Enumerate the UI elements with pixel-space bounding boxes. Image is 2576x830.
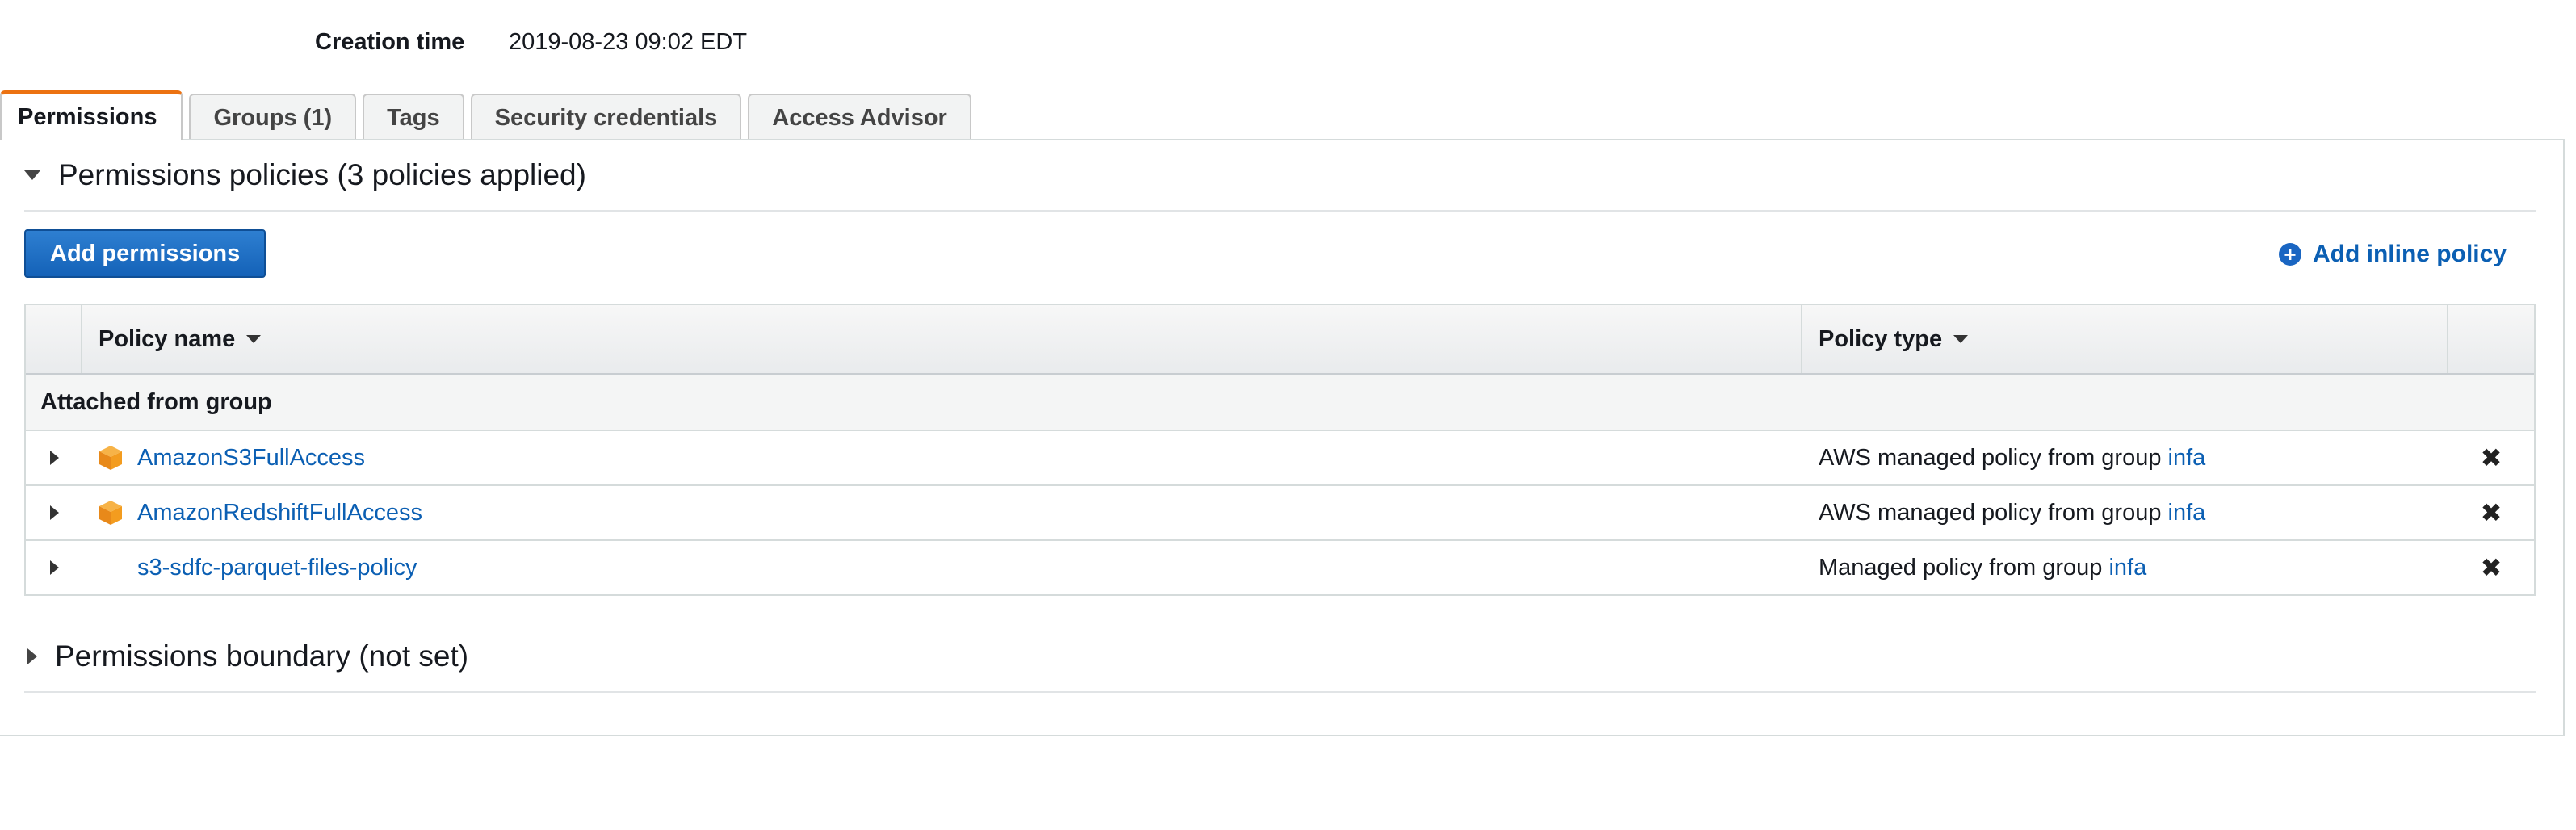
add-inline-policy-link[interactable]: + Add inline policy	[2278, 236, 2507, 273]
group-link[interactable]: infa	[2168, 445, 2206, 471]
policy-type-cell: Managed policy from group infa	[1802, 555, 2448, 581]
policy-name-header-label: Policy name	[99, 325, 236, 352]
policy-type-cell: AWS managed policy from group infa	[1802, 500, 2448, 526]
policy-type-text: AWS managed policy from group	[1819, 444, 2162, 471]
group-link[interactable]: infa	[2108, 555, 2146, 581]
add-permissions-button[interactable]: Add permissions	[24, 229, 266, 278]
tab-access-advisor[interactable]: Access Advisor	[748, 94, 971, 140]
expand-caret-icon	[27, 648, 37, 664]
policy-name-column-header[interactable]: Policy name	[82, 305, 1802, 373]
sort-caret-icon	[1953, 335, 1969, 343]
policy-type-column-header[interactable]: Policy type	[1802, 305, 2448, 373]
creation-time-value: 2019-08-23 09:02 EDT	[509, 29, 748, 55]
tab-groups[interactable]: Groups (1)	[189, 94, 357, 140]
permissions-panel: Permissions policies (3 policies applied…	[0, 139, 2565, 736]
plus-circle-icon: +	[2278, 243, 2301, 266]
policy-name-cell: AmazonS3FullAccess	[82, 444, 1802, 472]
tab-security-credentials[interactable]: Security credentials	[470, 94, 742, 140]
aws-cube-icon	[99, 501, 122, 525]
policy-name-link[interactable]: s3-sdfc-parquet-files-policy	[137, 555, 417, 581]
expand-row-toggle[interactable]	[26, 560, 82, 575]
policy-name-cell: s3-sdfc-parquet-files-policy	[82, 555, 1802, 581]
permissions-boundary-title: Permissions boundary (not set)	[55, 639, 469, 673]
tab-permissions[interactable]: Permissions	[0, 90, 183, 140]
expand-column-header	[26, 305, 82, 373]
remove-policy-icon[interactable]: ✖	[2448, 552, 2534, 583]
policy-name-link[interactable]: AmazonRedshiftFullAccess	[137, 500, 422, 526]
aws-cube-icon	[99, 446, 122, 470]
action-column-header	[2448, 305, 2534, 373]
caret-right-icon	[49, 451, 59, 465]
collapse-caret-icon	[24, 170, 40, 180]
add-inline-policy-label: Add inline policy	[2312, 241, 2507, 267]
table-row: AmazonRedshiftFullAccess AWS managed pol…	[26, 486, 2534, 541]
table-header: Policy name Policy type	[26, 305, 2534, 375]
permissions-boundary-header[interactable]: Permissions boundary (not set)	[24, 622, 2536, 693]
group-link[interactable]: infa	[2168, 500, 2206, 526]
policy-type-cell: AWS managed policy from group infa	[1802, 445, 2448, 472]
policy-type-header-label: Policy type	[1819, 325, 1943, 352]
iam-user-page: Creation time 2019-08-23 09:02 EDT Permi…	[0, 0, 2576, 830]
remove-policy-icon[interactable]: ✖	[2448, 497, 2534, 528]
creation-time-row: Creation time 2019-08-23 09:02 EDT	[0, 24, 969, 60]
caret-right-icon	[49, 560, 59, 575]
tab-bar: Permissions Groups (1) Tags Security cre…	[0, 90, 978, 140]
expand-row-toggle[interactable]	[26, 451, 82, 465]
group-row: Attached from group	[26, 375, 2534, 431]
policies-table: Policy name Policy type Attached from gr…	[24, 304, 2536, 596]
permissions-policies-title: Permissions policies (3 policies applied…	[58, 158, 586, 191]
remove-policy-icon[interactable]: ✖	[2448, 442, 2534, 473]
expand-row-toggle[interactable]	[26, 505, 82, 520]
table-row: AmazonS3FullAccess AWS managed policy fr…	[26, 431, 2534, 486]
creation-time-label: Creation time	[315, 29, 465, 55]
tab-tags[interactable]: Tags	[363, 94, 464, 140]
table-row: s3-sdfc-parquet-files-policy Managed pol…	[26, 541, 2534, 594]
policy-name-cell: AmazonRedshiftFullAccess	[82, 499, 1802, 526]
sort-caret-icon	[246, 335, 262, 343]
permissions-policies-header[interactable]: Permissions policies (3 policies applied…	[24, 140, 2536, 212]
policy-type-text: Managed policy from group	[1819, 554, 2103, 581]
caret-right-icon	[49, 505, 59, 520]
policy-type-text: AWS managed policy from group	[1819, 499, 2162, 526]
policy-name-link[interactable]: AmazonS3FullAccess	[137, 445, 365, 472]
